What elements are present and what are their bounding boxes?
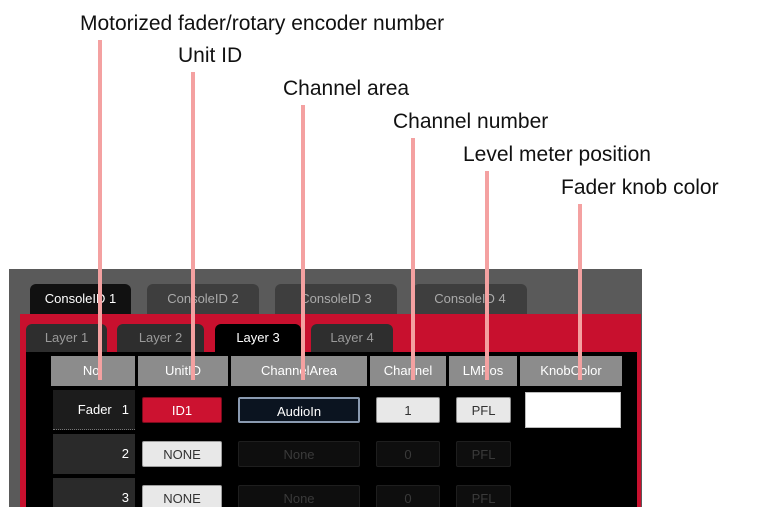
row-2-channelarea-button[interactable]: None (238, 441, 360, 467)
row-2-lmpos-button[interactable]: PFL (456, 441, 511, 467)
header-no: No. (51, 356, 135, 386)
header-channelarea: ChannelArea (231, 356, 367, 386)
row-1-channel-button[interactable]: 1 (376, 397, 440, 423)
callout-level-meter-position: Level meter position (463, 143, 651, 166)
tab-console-3[interactable]: ConsoleID 3 (275, 284, 397, 314)
callout-fader-encoder-number: Motorized fader/rotary encoder number (80, 12, 445, 35)
tab-layer-2[interactable]: Layer 2 (117, 324, 204, 352)
row-3-channelarea-button[interactable]: None (238, 485, 360, 507)
callout-channel-area: Channel area (283, 77, 410, 100)
header-unitid: UnitID (138, 356, 228, 386)
row-label-2: 2 (53, 434, 135, 474)
tab-layer-4[interactable]: Layer 4 (311, 324, 393, 352)
tab-layer-1[interactable]: Layer 1 (26, 324, 107, 352)
callout-channel-number: Channel number (393, 110, 549, 133)
channel-table: No. UnitID ChannelArea Channel LMPos Kno… (26, 352, 637, 507)
row-2-number: 2 (121, 446, 129, 461)
callout-unit-id: Unit ID (178, 44, 243, 67)
callout-fader-knob-color: Fader knob color (561, 176, 719, 199)
header-channel: Channel (370, 356, 446, 386)
header-lmpos: LMPos (449, 356, 517, 386)
row-1-number: 1 (121, 402, 129, 417)
tab-console-4[interactable]: ConsoleID 4 (413, 284, 527, 314)
row-3-unitid-button[interactable]: NONE (142, 485, 222, 507)
row-1-type-label: Fader (77, 402, 112, 417)
row-2-unitid-button[interactable]: NONE (142, 441, 222, 467)
row-label-1: Fader 1 (53, 390, 135, 430)
row-label-3: 3 (53, 478, 135, 507)
layer-panel: Layer 1 Layer 2 Layer 3 Layer 4 No. Unit… (20, 314, 641, 507)
row-1-lmpos-button[interactable]: PFL (456, 397, 511, 423)
tab-layer-3[interactable]: Layer 3 (215, 324, 301, 352)
row-3-lmpos-button[interactable]: PFL (456, 485, 511, 507)
tab-console-1[interactable]: ConsoleID 1 (30, 284, 131, 314)
row-1-unitid-button[interactable]: ID1 (142, 397, 222, 423)
row-1-channelarea-button[interactable]: AudioIn (238, 397, 360, 423)
header-knobcolor: KnobColor (520, 356, 622, 386)
row-1-knobcolor-swatch[interactable] (525, 392, 621, 428)
channel-assign-panel: ConsoleID 1 ConsoleID 2 ConsoleID 3 Cons… (9, 269, 642, 507)
row-3-number: 3 (121, 490, 129, 505)
row-2-channel-button[interactable]: 0 (376, 441, 440, 467)
tab-console-2[interactable]: ConsoleID 2 (147, 284, 259, 314)
row-3-channel-button[interactable]: 0 (376, 485, 440, 507)
